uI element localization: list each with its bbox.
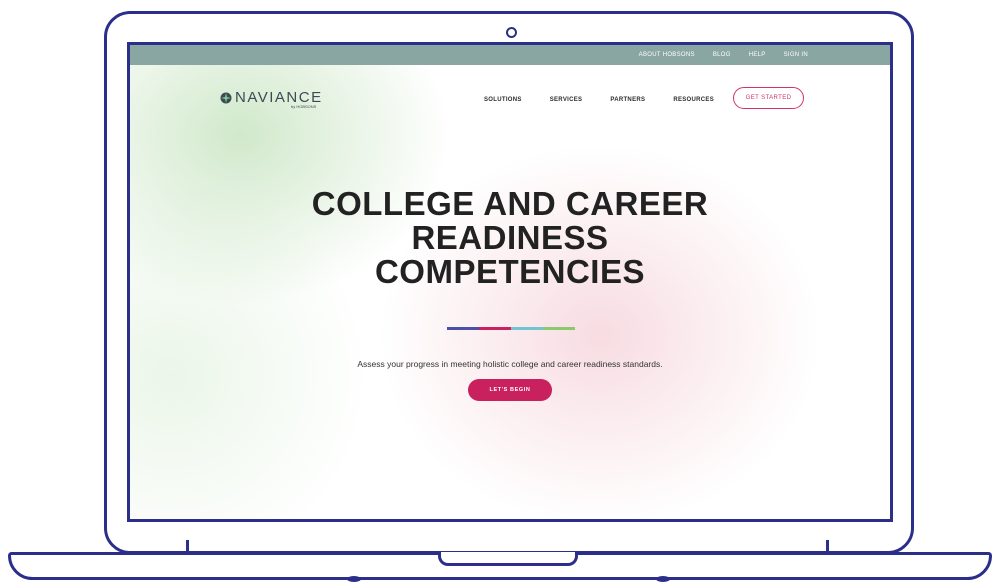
color-divider xyxy=(447,327,575,330)
laptop-screen: ABOUT HOBSONS BLOG HELP SIGN IN NAVIANCE… xyxy=(127,42,893,522)
nav-resources[interactable]: RESOURCES xyxy=(673,97,714,103)
trackpad-notch xyxy=(438,552,578,566)
hero-subtitle: Assess your progress in meeting holistic… xyxy=(357,359,663,369)
camera-icon xyxy=(506,27,517,38)
divider-segment-pink xyxy=(479,327,511,330)
lets-begin-button[interactable]: LET'S BEGIN xyxy=(468,379,552,401)
utility-bar: ABOUT HOBSONS BLOG HELP SIGN IN xyxy=(130,45,890,65)
blog-link[interactable]: BLOG xyxy=(713,52,731,58)
nav-services[interactable]: SERVICES xyxy=(550,97,583,103)
main-nav: SOLUTIONS SERVICES PARTNERS RESOURCES xyxy=(484,97,714,103)
logo-subtext: by HOBSONS xyxy=(291,104,317,109)
divider-segment-blue xyxy=(447,327,479,330)
laptop-foot-right xyxy=(656,576,670,582)
about-hobsons-link[interactable]: ABOUT HOBSONS xyxy=(639,52,695,58)
hero-title: COLLEGE AND CAREER READINESS COMPETENCIE… xyxy=(260,187,760,289)
laptop-foot-left xyxy=(347,576,361,582)
sign-in-link[interactable]: SIGN IN xyxy=(784,52,808,58)
hero-title-line: READINESS xyxy=(411,219,609,256)
divider-segment-teal xyxy=(511,327,543,330)
laptop-mockup: ABOUT HOBSONS BLOG HELP SIGN IN NAVIANCE… xyxy=(0,0,1000,585)
hero-title-line: COLLEGE AND CAREER xyxy=(311,185,709,222)
website: ABOUT HOBSONS BLOG HELP SIGN IN NAVIANCE… xyxy=(130,45,890,519)
nav-solutions[interactable]: SOLUTIONS xyxy=(484,97,522,103)
nav-partners[interactable]: PARTNERS xyxy=(610,97,645,103)
divider-segment-green xyxy=(543,327,575,330)
hero-title-line: COMPETENCIES xyxy=(374,253,646,290)
get-started-button[interactable]: GET STARTED xyxy=(733,87,804,109)
help-link[interactable]: HELP xyxy=(749,52,766,58)
compass-star-icon xyxy=(220,92,232,103)
